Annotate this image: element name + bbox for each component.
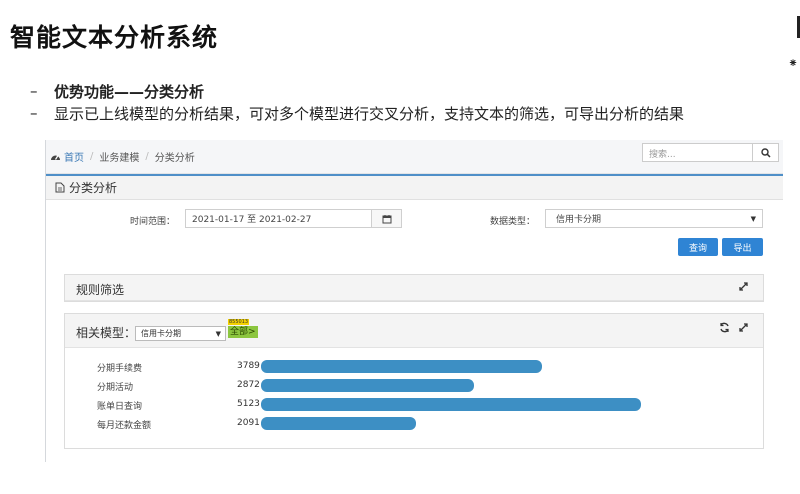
count-tag: 855013 bbox=[228, 319, 250, 325]
breadcrumb-separator: / bbox=[145, 151, 149, 162]
edge-glyph: ⁕ bbox=[787, 56, 798, 70]
breadcrumb-item: 分类分析 bbox=[154, 153, 195, 164]
rule-filter-header: 规则筛选 bbox=[65, 275, 763, 301]
data-type-value: 信用卡分期 bbox=[556, 215, 602, 225]
related-model-header: 相关模型： 信用卡分期 ▼ 855013 全部> bbox=[65, 314, 763, 348]
panel-header: 分类分析 bbox=[46, 176, 783, 200]
search-icon bbox=[760, 147, 771, 158]
classification-panel: 分类分析 时间范围： 2021-01-17 至 2021-02-27 数据类型：… bbox=[46, 174, 783, 462]
bullet-dash: – bbox=[30, 104, 38, 122]
bar[interactable] bbox=[261, 360, 542, 373]
dashboard-icon bbox=[51, 155, 60, 160]
expand-icon[interactable] bbox=[738, 322, 749, 333]
breadcrumb-separator: / bbox=[90, 151, 94, 162]
all-models-tag[interactable]: 全部> bbox=[228, 326, 258, 338]
export-button[interactable]: 导出 bbox=[722, 238, 763, 256]
bullet-text: 显示已上线模型的分析结果，可对多个模型进行交叉分析，支持文本的筛选，可导出分析的… bbox=[54, 104, 685, 123]
rule-filter-title: 规则筛选 bbox=[76, 283, 125, 297]
bar-category-label: 分期活动 bbox=[97, 383, 134, 393]
bar[interactable] bbox=[261, 398, 641, 411]
data-type-label: 数据类型： bbox=[490, 217, 536, 227]
breadcrumb: 首页 / 业务建模 / 分类分析 bbox=[50, 149, 195, 164]
calendar-icon bbox=[382, 214, 391, 223]
calendar-button[interactable] bbox=[371, 209, 402, 228]
bar-category-label: 分期手续费 bbox=[97, 364, 143, 374]
bar-row: 账单日查询 5123 bbox=[65, 398, 763, 412]
model-select[interactable]: 信用卡分期 ▼ bbox=[135, 326, 226, 341]
related-model-panel: 相关模型： 信用卡分期 ▼ 855013 全部> 分期手续费 3789 分期活动… bbox=[64, 313, 764, 449]
bar-category-label: 账单日查询 bbox=[97, 402, 143, 412]
expand-icon[interactable] bbox=[738, 281, 749, 292]
search-button[interactable] bbox=[753, 143, 779, 162]
app-screenshot: 首页 / 业务建模 / 分类分析 搜索... 分类分析 时间范围： 2021-0… bbox=[45, 140, 783, 462]
breadcrumb-home-label: 首页 bbox=[64, 153, 84, 164]
bar-value-label: 2091 bbox=[237, 418, 260, 428]
bullet-item: – 优势功能——分类分析 bbox=[30, 80, 684, 102]
data-type-select[interactable]: 信用卡分期 ▼ bbox=[545, 209, 763, 228]
breadcrumb-home[interactable]: 首页 bbox=[50, 149, 84, 164]
bullet-item: – 显示已上线模型的分析结果，可对多个模型进行交叉分析，支持文本的筛选，可导出分… bbox=[30, 102, 684, 124]
bar-value-label: 3789 bbox=[237, 361, 260, 371]
bar-category-label: 每月还款金额 bbox=[97, 421, 152, 431]
bar-row: 每月还款金额 2091 bbox=[65, 417, 763, 431]
bar-value-label: 2872 bbox=[237, 380, 260, 390]
time-range-label: 时间范围： bbox=[130, 217, 176, 227]
refresh-icon[interactable] bbox=[719, 322, 730, 333]
chevron-down-icon: ▼ bbox=[215, 329, 221, 338]
search-input[interactable]: 搜索... bbox=[642, 143, 753, 162]
slide-title: 智能文本分析系统 bbox=[10, 23, 219, 52]
bullet-text: 优势功能——分类分析 bbox=[54, 82, 205, 101]
bullet-list: – 优势功能——分类分析 – 显示已上线模型的分析结果，可对多个模型进行交叉分析… bbox=[30, 80, 684, 124]
bullet-dash: – bbox=[30, 82, 38, 100]
bar[interactable] bbox=[261, 379, 474, 392]
bar-row: 分期活动 2872 bbox=[65, 379, 763, 393]
bar-row: 分期手续费 3789 bbox=[65, 360, 763, 374]
chevron-down-icon: ▼ bbox=[750, 214, 756, 223]
related-model-title: 相关模型： bbox=[76, 326, 137, 340]
query-button[interactable]: 查询 bbox=[678, 238, 718, 256]
panel-title: 分类分析 bbox=[69, 181, 118, 195]
breadcrumb-item[interactable]: 业务建模 bbox=[99, 149, 139, 164]
document-icon bbox=[55, 182, 65, 193]
bar[interactable] bbox=[261, 417, 416, 430]
model-select-value: 信用卡分期 bbox=[141, 329, 181, 338]
top-bar: 首页 / 业务建模 / 分类分析 搜索... bbox=[46, 140, 783, 174]
bar-value-label: 5123 bbox=[237, 399, 260, 409]
rule-filter-panel: 规则筛选 bbox=[64, 274, 764, 302]
date-range-input[interactable]: 2021-01-17 至 2021-02-27 bbox=[185, 209, 372, 228]
